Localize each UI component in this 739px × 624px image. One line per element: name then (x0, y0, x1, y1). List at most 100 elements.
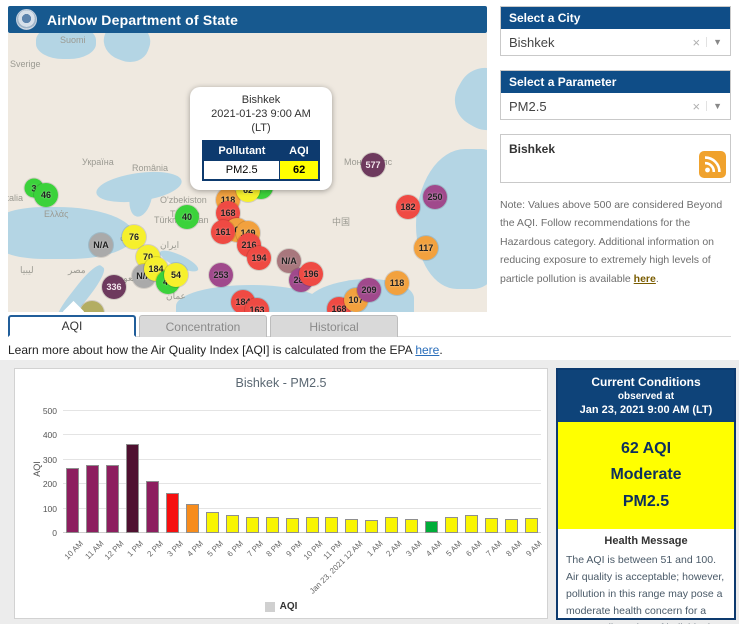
aqi-bar[interactable] (345, 519, 358, 533)
aqi-map-marker[interactable]: 209 (357, 278, 381, 302)
aqi-bar[interactable] (226, 515, 239, 533)
map-water-pacific (416, 149, 487, 289)
parameter-select-value: PM2.5 (509, 99, 686, 114)
conditions-aqi-block: 62 AQI Moderate PM2.5 (558, 422, 734, 529)
aqi-bar[interactable] (86, 465, 99, 533)
aqi-bar[interactable] (126, 444, 139, 533)
clear-icon[interactable]: × (686, 99, 706, 114)
popup-city: Bishkek (198, 94, 324, 108)
aqi-bar[interactable] (106, 465, 119, 533)
clear-icon[interactable]: × (686, 35, 706, 50)
aqi-bar[interactable] (325, 517, 338, 533)
parameter-select[interactable]: PM2.5 × ▼ (501, 93, 730, 119)
note-here-link[interactable]: here (634, 273, 656, 285)
tab-aqi[interactable]: AQI (8, 315, 136, 337)
learn-more-after: . (439, 343, 442, 357)
aqi-bar[interactable] (286, 518, 299, 533)
aqi-map-marker[interactable]: 253 (209, 263, 233, 287)
aqi-bar[interactable] (505, 519, 518, 533)
parameter-select-label: Select a Parameter (501, 71, 730, 93)
map-country-label: Україна (82, 157, 114, 167)
aqi-bar[interactable] (385, 517, 398, 533)
aqi-chart-card: Bishkek - PM2.5 AQI 0100200300400500 10 … (14, 368, 548, 619)
legend-swatch (265, 602, 275, 612)
learn-more-here-link[interactable]: here (415, 343, 439, 357)
y-axis-tick: 100 (43, 504, 63, 514)
map-country-label: ليبيا (20, 265, 34, 276)
city-select-box: Select a City Bishkek × ▼ (500, 6, 731, 56)
tab-historical[interactable]: Historical (270, 315, 398, 337)
aqi-map-marker[interactable]: 194 (247, 246, 271, 270)
aqi-bar[interactable] (206, 512, 219, 533)
aqi-bar[interactable] (246, 517, 259, 533)
aqi-map-marker[interactable]: 196 (299, 262, 323, 286)
note-text: Note: Values above 500 are considered Be… (500, 199, 722, 285)
y-axis-tick: 200 (43, 479, 63, 489)
parameter-select-box: Select a Parameter PM2.5 × ▼ (500, 70, 731, 120)
aqi-bar[interactable] (405, 519, 418, 533)
map-water (99, 33, 156, 68)
aqi-bar[interactable] (186, 504, 199, 533)
aqi-bar[interactable] (266, 517, 279, 533)
aqi-map-marker[interactable]: 577 (361, 153, 385, 177)
map-country-label: 中国 (332, 215, 350, 228)
conditions-header: Current Conditions observed at Jan 23, 2… (558, 370, 734, 422)
popup-aqi-table: Pollutant AQI PM2.5 62 (202, 140, 320, 181)
conditions-datetime: Jan 23, 2021 9:00 AM (LT) (562, 404, 730, 416)
conditions-subtitle: observed at (562, 391, 730, 402)
app-header: AirNow Department of State (8, 6, 487, 33)
city-select[interactable]: Bishkek × ▼ (501, 29, 730, 55)
sidebar: Select a City Bishkek × ▼ Select a Param… (500, 6, 731, 288)
aqi-map-marker[interactable]: 54 (164, 263, 188, 287)
aqi-map-marker[interactable]: 336 (102, 275, 126, 299)
aqi-map-marker[interactable]: 182 (396, 195, 420, 219)
dos-seal-icon (16, 9, 37, 30)
chart-legend: AQI (15, 601, 547, 612)
conditions-parameter: PM2.5 (562, 489, 730, 515)
aqi-map-marker[interactable]: 117 (414, 236, 438, 260)
aqi-bar[interactable] (465, 515, 478, 533)
chart-x-axis: 10 AM11 AM12 PM1 PM2 PM3 PM4 PM5 PM6 PM7… (63, 537, 541, 579)
conditions-aqi-value: 62 AQI (562, 436, 730, 462)
tab-concentration[interactable]: Concentration (139, 315, 267, 337)
conditions-title: Current Conditions (562, 375, 730, 389)
rss-icon[interactable] (699, 151, 726, 178)
popup-pollutant-value: PM2.5 (203, 161, 280, 181)
popup-col-pollutant: Pollutant (203, 141, 280, 161)
city-select-value: Bishkek (509, 35, 686, 50)
aqi-bar[interactable] (146, 481, 159, 533)
aqi-bar[interactable] (485, 518, 498, 533)
aqi-bar[interactable] (306, 517, 319, 533)
x-axis-tick-label: 10 PM (302, 539, 325, 562)
app-title: AirNow Department of State (47, 12, 238, 28)
chart-bars (63, 411, 541, 533)
map-water-mediterranean (8, 207, 134, 259)
health-message-title: Health Message (566, 535, 726, 547)
aqi-map-marker[interactable]: 40 (175, 205, 199, 229)
health-message-section: Health Message The AQI is between 51 and… (558, 529, 734, 624)
aqi-map[interactable]: SuomiSverigeУкраїнаRomâniaItaliaΕλλάςTür… (8, 33, 487, 312)
map-country-label: România (132, 163, 168, 173)
aqi-bar[interactable] (166, 493, 179, 533)
aqi-map-marker[interactable]: 46 (34, 183, 58, 207)
chevron-down-icon[interactable]: ▼ (706, 37, 724, 47)
x-axis-tick-label: 9 AM (524, 539, 543, 558)
aqi-map-marker[interactable]: 118 (385, 271, 409, 295)
tab-strip: AQI Concentration Historical (8, 315, 731, 337)
popup-col-aqi: AQI (280, 141, 319, 161)
aqi-bar[interactable] (445, 517, 458, 533)
aqi-map-marker[interactable]: 161 (211, 220, 235, 244)
aqi-bar[interactable] (525, 518, 538, 533)
map-country-label: Sverige (10, 59, 41, 69)
y-axis-tick: 300 (43, 455, 63, 465)
city-feed-value: Bishkek (509, 142, 555, 156)
chevron-down-icon[interactable]: ▼ (706, 101, 724, 111)
x-axis-tick-label: 10 AM (63, 539, 85, 561)
aqi-bar[interactable] (425, 521, 438, 533)
aqi-bar[interactable] (365, 520, 378, 533)
aqi-map-marker[interactable]: N/A (89, 233, 113, 257)
aqi-map-marker[interactable]: 250 (423, 185, 447, 209)
map-country-label: Italia (8, 193, 23, 203)
city-feed-box[interactable]: Bishkek (500, 134, 731, 183)
aqi-bar[interactable] (66, 468, 79, 533)
